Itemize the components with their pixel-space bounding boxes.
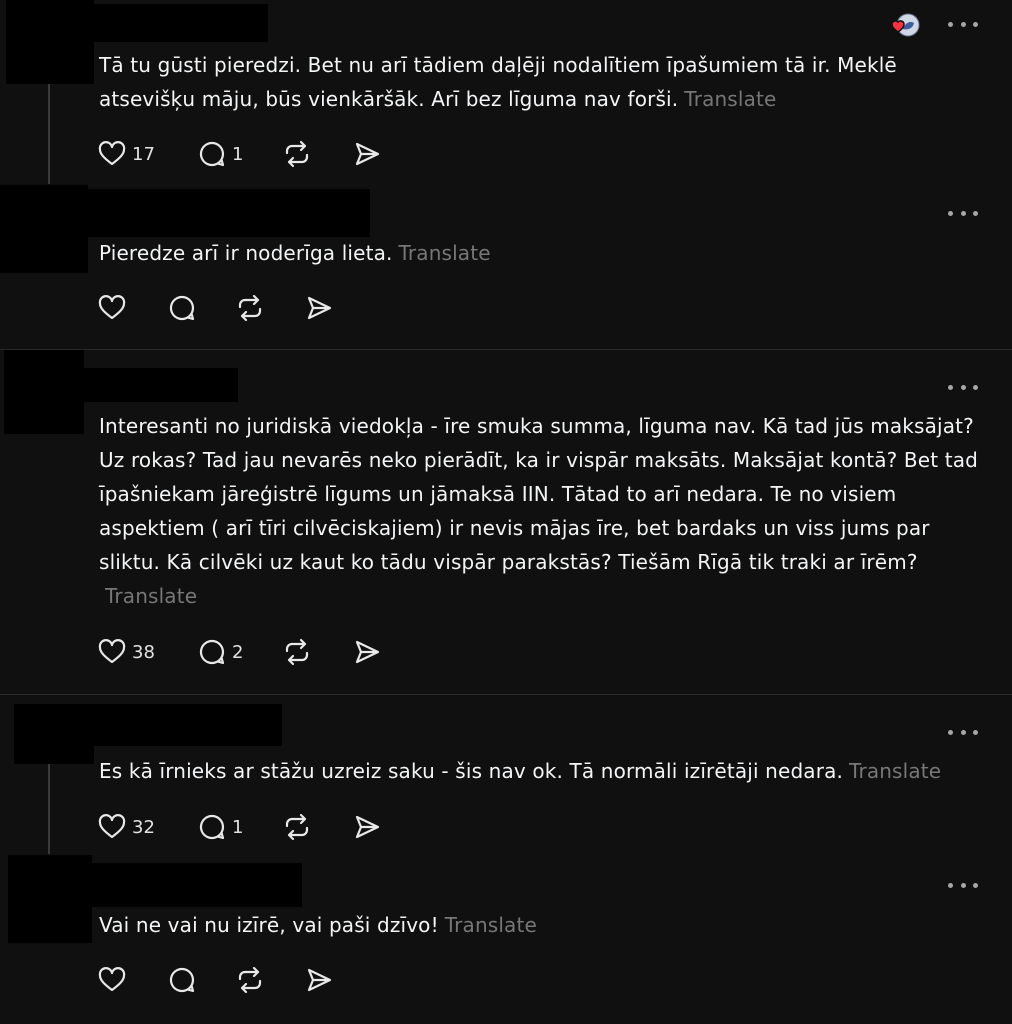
like-button[interactable]: 32 xyxy=(98,812,155,842)
repost-button[interactable] xyxy=(236,293,264,323)
repost-icon xyxy=(285,813,309,841)
like-count: 38 xyxy=(132,641,155,663)
reply-count: 2 xyxy=(232,641,244,663)
comment-icon xyxy=(169,295,195,321)
post: Tā tu gūsti pieredzi. Bet nu arī tādiem … xyxy=(0,0,1012,185)
share-button[interactable] xyxy=(305,965,333,995)
post: Es kā īrnieks ar stāžu uzreiz saku - šis… xyxy=(0,695,1012,855)
more-options-button[interactable] xyxy=(948,207,978,219)
repost-icon xyxy=(285,140,309,168)
post-body: Tā tu gūsti pieredzi. Bet nu arī tādiem … xyxy=(99,53,897,111)
share-button[interactable] xyxy=(305,293,333,323)
redacted-avatar xyxy=(0,185,88,273)
redacted-avatar xyxy=(4,350,84,434)
post-text: Es kā īrnieks ar stāžu uzreiz saku - šis… xyxy=(99,754,989,788)
repost-button[interactable] xyxy=(283,812,311,842)
repost-icon xyxy=(238,966,262,994)
reply-button[interactable] xyxy=(168,293,196,323)
post-body: Pieredze arī ir noderīga lieta. xyxy=(99,241,393,265)
translate-link[interactable]: Translate xyxy=(398,241,490,265)
send-icon xyxy=(355,640,380,664)
share-button[interactable] xyxy=(353,637,381,667)
post-body: Es kā īrnieks ar stāžu uzreiz saku - šis… xyxy=(99,759,844,783)
comment-icon xyxy=(199,639,225,665)
send-icon xyxy=(307,296,332,320)
post: Pieredze arī ir noderīga lieta. Translate xyxy=(0,185,1012,349)
share-button[interactable] xyxy=(353,812,381,842)
more-options-button[interactable] xyxy=(948,381,978,393)
comment-icon xyxy=(169,967,195,993)
like-button[interactable]: 17 xyxy=(98,139,155,169)
post-text: Tā tu gūsti pieredzi. Bet nu arī tādiem … xyxy=(99,48,989,116)
translate-link[interactable]: Translate xyxy=(684,87,776,111)
send-icon xyxy=(307,968,332,992)
heart-icon xyxy=(98,295,126,320)
reply-button[interactable] xyxy=(168,965,196,995)
share-button[interactable] xyxy=(353,139,381,169)
reply-button[interactable]: 1 xyxy=(198,812,243,842)
reaction-avatar[interactable] xyxy=(888,12,920,38)
translate-link[interactable]: Translate xyxy=(445,913,537,937)
redacted-username xyxy=(84,863,302,907)
reply-button[interactable]: 1 xyxy=(198,139,243,169)
repost-icon xyxy=(238,294,262,322)
more-options-button[interactable] xyxy=(948,879,978,891)
post-body: Vai ne vai nu izīrē, vai paši dzīvo! xyxy=(99,913,439,937)
reply-count: 1 xyxy=(232,143,244,165)
redacted-username xyxy=(80,368,238,402)
like-count: 32 xyxy=(132,816,155,838)
translate-link[interactable]: Translate xyxy=(105,584,197,608)
translate-link[interactable]: Translate xyxy=(849,759,941,783)
like-button[interactable]: 38 xyxy=(98,637,155,667)
redacted-avatar xyxy=(14,704,94,764)
post-body: Interesanti no juridiskā viedokļa - īre … xyxy=(99,414,978,574)
like-button[interactable] xyxy=(98,293,126,323)
reply-button[interactable]: 2 xyxy=(198,637,243,667)
comment-icon xyxy=(199,814,225,840)
post-text: Interesanti no juridiskā viedokļa - īre … xyxy=(99,409,989,613)
redacted-username xyxy=(80,189,370,237)
send-icon xyxy=(355,142,380,166)
comment-icon xyxy=(199,141,225,167)
post-text: Vai ne vai nu izīrē, vai paši dzīvo! Tran… xyxy=(99,908,989,942)
redacted-avatar xyxy=(8,855,92,943)
more-options-button[interactable] xyxy=(948,18,978,30)
post-text: Pieredze arī ir noderīga lieta. Translate xyxy=(99,236,989,270)
repost-button[interactable] xyxy=(283,139,311,169)
repost-icon xyxy=(285,638,309,666)
heart-icon xyxy=(98,967,126,992)
post: Interesanti no juridiskā viedokļa - īre … xyxy=(0,350,1012,694)
heart-icon xyxy=(98,814,126,839)
post: Vai ne vai nu izīrē, vai paši dzīvo! Tran… xyxy=(0,855,1012,1024)
heart-icon xyxy=(98,639,126,664)
send-icon xyxy=(355,815,380,839)
heart-icon xyxy=(98,141,126,166)
repost-button[interactable] xyxy=(236,965,264,995)
like-button[interactable] xyxy=(98,965,126,995)
redacted-username xyxy=(80,4,268,42)
reply-count: 1 xyxy=(232,816,244,838)
like-count: 17 xyxy=(132,143,155,165)
repost-button[interactable] xyxy=(283,637,311,667)
redacted-username xyxy=(84,704,282,746)
more-options-button[interactable] xyxy=(948,726,978,738)
